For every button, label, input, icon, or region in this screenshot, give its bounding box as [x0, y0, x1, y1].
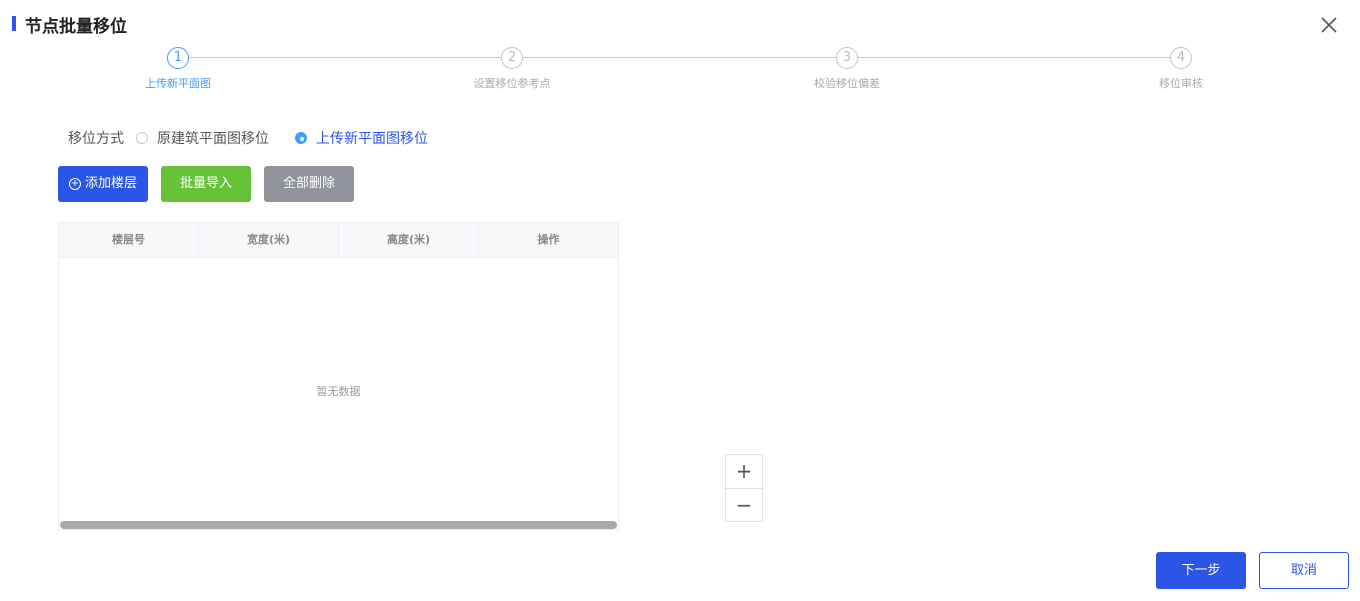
plus-circle-icon: + — [68, 178, 81, 190]
column-floor-number: 楼层号 — [59, 223, 199, 257]
close-icon[interactable] — [1318, 14, 1340, 36]
cancel-button[interactable]: 取消 — [1259, 552, 1349, 589]
step-number: 3 — [836, 47, 858, 69]
radio-label: 上传新平面图移位 — [316, 131, 428, 147]
column-height: 高度(米) — [339, 223, 479, 257]
step-number: 1 — [167, 47, 189, 69]
step-label: 校验移位偏差 — [814, 77, 880, 90]
empty-state-text: 暂无数据 — [316, 385, 361, 398]
add-floor-label: 添加楼层 — [84, 176, 137, 191]
title-accent-bar — [12, 16, 16, 31]
move-mode-group: 移位方式 原建筑平面图移位 上传新平面图移位 — [68, 129, 454, 147]
step-4: 4 移位审核 — [1101, 44, 1261, 91]
step-label: 上传新平面图 — [145, 77, 211, 90]
step-number: 2 — [501, 47, 523, 69]
zoom-in-button[interactable]: + — [726, 455, 762, 488]
step-3: 3 校验移位偏差 — [767, 44, 927, 91]
step-label: 移位审核 — [1159, 77, 1203, 90]
batch-import-button[interactable]: 批量导入 — [161, 166, 251, 202]
next-step-button[interactable]: 下一步 — [1156, 552, 1246, 589]
step-number: 4 — [1170, 47, 1192, 69]
move-mode-label: 移位方式 — [68, 131, 124, 147]
delete-all-button[interactable]: 全部删除 — [264, 166, 354, 202]
radio-circle[interactable] — [136, 132, 148, 144]
column-actions: 操作 — [537, 233, 560, 246]
dialog-title: 节点批量移位 — [25, 17, 127, 37]
horizontal-scrollbar[interactable] — [60, 521, 617, 529]
table-header: 楼层号 宽度(米) 高度(米) 操作 — [59, 223, 618, 258]
step-1: 1 上传新平面图 — [98, 44, 258, 91]
floor-table: 楼层号 宽度(米) 高度(米) 操作 暂无数据 — [58, 222, 619, 530]
zoom-out-button[interactable]: − — [726, 488, 762, 522]
radio-circle[interactable] — [295, 132, 307, 144]
radio-new-plan[interactable]: 上传新平面图移位 — [295, 128, 428, 148]
column-width: 宽度(米) — [199, 223, 339, 257]
zoom-control: + − — [725, 454, 763, 522]
step-label: 设置移位参考点 — [473, 77, 551, 90]
add-floor-button[interactable]: + 添加楼层 — [58, 166, 148, 202]
step-2: 2 设置移位参考点 — [432, 44, 592, 91]
stepper: 1 上传新平面图 2 设置移位参考点 3 校验移位偏差 4 移位审核 — [0, 44, 1360, 104]
radio-label: 原建筑平面图移位 — [157, 131, 269, 147]
radio-original-plan[interactable]: 原建筑平面图移位 — [136, 128, 269, 148]
